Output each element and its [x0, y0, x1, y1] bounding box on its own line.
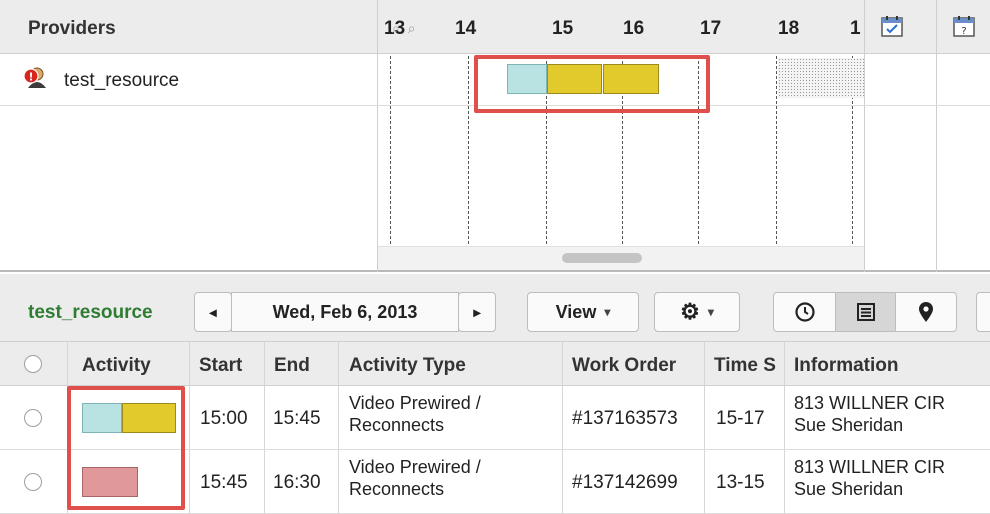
view-label: View	[555, 301, 597, 322]
info-address: 813 WILLNER CIR	[794, 457, 946, 477]
chevron-right-icon: ▸	[473, 303, 481, 320]
column-header-activity-type[interactable]: Activity Type	[349, 355, 466, 377]
column-header-end[interactable]: End	[274, 355, 310, 377]
clock-icon	[794, 302, 815, 322]
time-slot: 13-15	[716, 472, 765, 493]
chevron-left-icon: ◂	[209, 303, 217, 320]
zoom-icons[interactable]: ⌕ ⌕	[392, 20, 418, 37]
work-order: #137163573	[572, 408, 678, 429]
end-time: 16:30	[273, 472, 321, 493]
hour-label-14: 14	[455, 18, 477, 39]
table-header: Activity Start End Activity Type Work Or…	[0, 342, 990, 386]
alert-person-icon: !	[23, 67, 46, 88]
column-header-information[interactable]: Information	[794, 355, 899, 377]
scrollbar-thumb[interactable]	[562, 253, 642, 263]
view-dropdown-button[interactable]: View ▾	[527, 292, 639, 332]
list-icon	[856, 303, 875, 321]
hour-label-17: 17	[700, 18, 722, 39]
time-slot: 15-17	[716, 408, 765, 429]
hour-label-18: 18	[778, 18, 800, 39]
row-checkbox[interactable]	[24, 473, 42, 491]
end-time: 15:45	[273, 408, 321, 429]
hour-gridline	[776, 56, 777, 244]
view-mode-group	[773, 292, 957, 332]
gantt-panel: Providers 13 ⌕ ⌕ 14 15 16 17 18 1 ? ! te…	[0, 0, 990, 272]
column-header-activity[interactable]: Activity	[82, 355, 151, 377]
calendar-check-icon[interactable]	[880, 14, 904, 38]
more-button[interactable]	[976, 292, 990, 332]
providers-divider	[377, 0, 378, 272]
row-checkbox[interactable]	[24, 409, 42, 427]
start-time: 15:00	[200, 408, 248, 429]
info-customer: Sue Sheridan	[794, 479, 904, 499]
activity-type-line: Reconnects	[349, 415, 445, 435]
hour-label-16: 16	[623, 18, 645, 39]
activity-type-line: Video Prewired /	[349, 393, 481, 413]
date-display[interactable]: Wed, Feb 6, 2013	[231, 292, 459, 332]
information: 813 WILLNER CIR Sue Sheridan	[794, 392, 945, 436]
activity-type-line: Reconnects	[349, 479, 445, 499]
resource-name: test_resource	[28, 302, 153, 323]
horizontal-scrollbar[interactable]	[378, 246, 864, 270]
chevron-down-icon: ▾	[707, 305, 714, 319]
start-time: 15:45	[200, 472, 248, 493]
work-order: #137142699	[572, 472, 678, 493]
provider-name[interactable]: test_resource	[64, 70, 179, 92]
activity-highlight-box	[67, 386, 185, 510]
activity-type: Video Prewired / Reconnects	[349, 456, 481, 500]
gantt-header: Providers 13 ⌕ ⌕ 14 15 16 17 18 1 ?	[0, 0, 990, 54]
calendar-divider-2	[936, 0, 937, 272]
information: 813 WILLNER CIR Sue Sheridan	[794, 456, 945, 500]
hour-gridline	[390, 56, 391, 244]
svg-text:!: !	[28, 71, 33, 84]
providers-heading: Providers	[28, 18, 116, 39]
hour-label-19: 1	[850, 18, 861, 39]
list-view-button[interactable]	[836, 293, 896, 331]
calendar-question-icon[interactable]: ?	[952, 14, 976, 38]
settings-dropdown-button[interactable]: ⚙ ▾	[654, 292, 740, 332]
non-working-time-area	[778, 58, 864, 98]
activity-type: Video Prewired / Reconnects	[349, 392, 481, 436]
column-header-start[interactable]: Start	[199, 355, 242, 377]
info-customer: Sue Sheridan	[794, 415, 904, 435]
info-address: 813 WILLNER CIR	[794, 393, 946, 413]
prev-day-button[interactable]: ◂	[194, 292, 232, 332]
map-pin-icon	[919, 302, 933, 322]
activity-type-line: Video Prewired /	[349, 457, 481, 477]
select-all-checkbox[interactable]	[24, 355, 42, 373]
date-label: Wed, Feb 6, 2013	[272, 301, 418, 322]
column-header-work-order[interactable]: Work Order	[572, 355, 676, 377]
hour-label-15: 15	[552, 18, 574, 39]
time-view-button[interactable]	[774, 293, 836, 331]
chevron-down-icon: ▾	[604, 305, 611, 319]
svg-text:?: ?	[961, 26, 966, 37]
next-day-button[interactable]: ▸	[458, 292, 496, 332]
hour-gridline	[468, 56, 469, 244]
map-view-button[interactable]	[896, 293, 956, 331]
column-header-time-slot[interactable]: Time S	[714, 355, 776, 377]
calendar-divider-1	[864, 0, 865, 272]
gear-icon: ⚙	[680, 299, 700, 324]
gantt-highlight-box	[474, 55, 710, 113]
resource-toolbar: test_resource ◂ Wed, Feb 6, 2013 ▸ View …	[0, 274, 990, 342]
